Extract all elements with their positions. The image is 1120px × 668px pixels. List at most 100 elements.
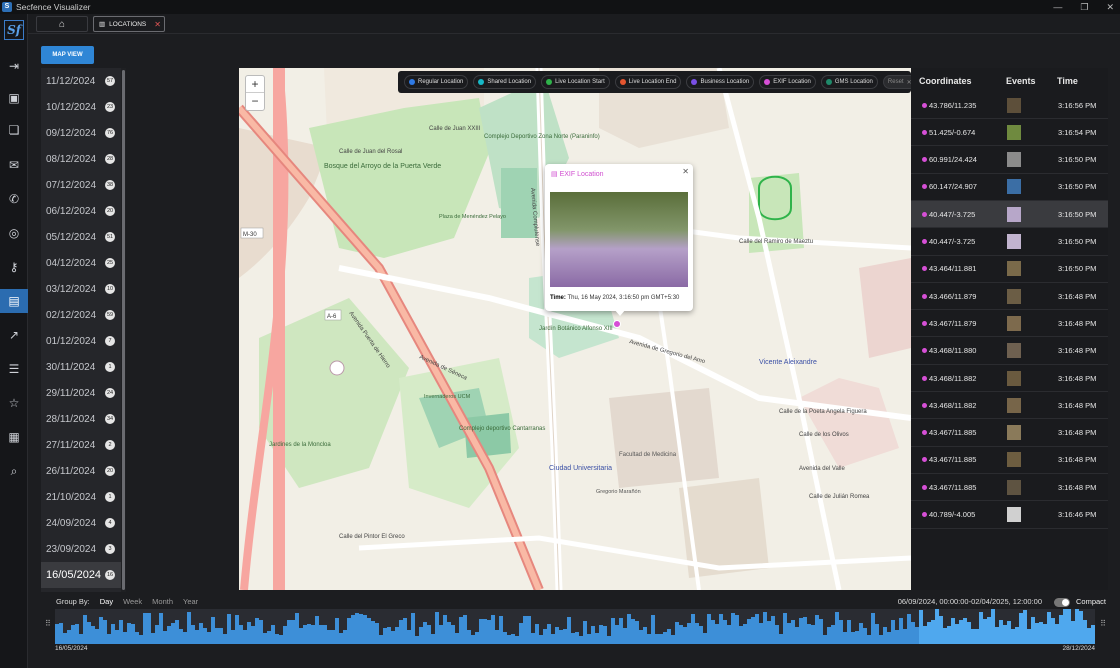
- legend-filter[interactable]: Regular Location: [404, 75, 469, 89]
- table-row[interactable]: 43.786/11.235 3:16:56 PM: [911, 92, 1108, 119]
- folders-icon[interactable]: ❏: [0, 118, 28, 142]
- event-thumbnail[interactable]: [1007, 425, 1021, 441]
- table-row[interactable]: 40.789/-4.005 3:16:46 PM: [911, 502, 1108, 529]
- table-row[interactable]: 43.468/11.882 3:16:48 PM: [911, 365, 1108, 392]
- date-item[interactable]: 05/12/2024 51: [41, 224, 121, 250]
- table-row[interactable]: 43.467/11.885 3:16:48 PM: [911, 474, 1108, 502]
- date-item[interactable]: 24/09/2024 4: [41, 510, 121, 536]
- event-thumbnail[interactable]: [1007, 479, 1021, 495]
- date-item[interactable]: 21/10/2024 1: [41, 484, 121, 510]
- group-year[interactable]: Year: [183, 597, 198, 606]
- date-item[interactable]: 23/09/2024 3: [41, 536, 121, 562]
- timeline-left-handle[interactable]: ⠿: [45, 619, 51, 628]
- minimize-icon[interactable]: —: [1053, 2, 1062, 12]
- trend-icon[interactable]: ↗: [0, 323, 28, 347]
- group-week[interactable]: Week: [123, 597, 142, 606]
- zoom-out-button[interactable]: −: [246, 93, 264, 110]
- date-item[interactable]: 26/11/2024 20: [41, 458, 121, 484]
- globe-icon[interactable]: ◎: [0, 221, 28, 245]
- chat-icon[interactable]: ✉: [0, 153, 28, 177]
- zoom-in-button[interactable]: +: [246, 76, 264, 93]
- popup-close-icon[interactable]: ✕: [682, 167, 689, 176]
- table-row[interactable]: 43.468/11.882 3:16:48 PM: [911, 392, 1108, 420]
- login-icon[interactable]: ⇥: [0, 54, 28, 78]
- date-item[interactable]: 29/11/2024 24: [41, 380, 121, 406]
- table-row[interactable]: 43.467/11.879 3:16:48 PM: [911, 310, 1108, 338]
- date-item[interactable]: 06/12/2024 20: [41, 198, 121, 224]
- timeline-right-handle[interactable]: ⠿: [1100, 619, 1106, 628]
- table-row[interactable]: 40.447/-3.725 3:16:50 PM: [911, 201, 1108, 229]
- maximize-icon[interactable]: ❐: [1080, 2, 1088, 13]
- event-thumbnail[interactable]: [1007, 179, 1021, 195]
- event-thumbnail[interactable]: [1007, 234, 1021, 249]
- map-canvas[interactable]: Bosque del Arroyo de la Puerta Verde Com…: [239, 68, 911, 590]
- legend-filter[interactable]: GMS Location: [820, 75, 878, 89]
- event-thumbnail[interactable]: [1007, 315, 1021, 331]
- event-thumbnail[interactable]: [1007, 124, 1021, 140]
- map-icon[interactable]: ▤: [0, 289, 28, 313]
- date-item[interactable]: 10/12/2024 23: [41, 94, 121, 120]
- home-tab[interactable]: ⌂: [36, 16, 88, 32]
- document-icon[interactable]: ☰: [0, 357, 28, 381]
- event-thumbnail[interactable]: [1007, 152, 1021, 168]
- tab-close-icon[interactable]: ✕: [154, 20, 161, 29]
- event-thumbnail[interactable]: [1007, 288, 1021, 304]
- star-icon[interactable]: ☆: [0, 391, 28, 415]
- legend-filter[interactable]: Business Location: [686, 75, 755, 89]
- legend-filter[interactable]: EXIF Location: [759, 75, 816, 89]
- exif-photo[interactable]: [550, 192, 688, 287]
- date-item[interactable]: 16/05/2024 16: [41, 562, 121, 588]
- date-item[interactable]: 07/12/2024 38: [41, 172, 121, 198]
- table-row[interactable]: 40.447/-3.725 3:16:50 PM: [911, 229, 1108, 256]
- scrollbar-thumb[interactable]: [122, 70, 125, 590]
- contact-card-icon[interactable]: ▣: [0, 86, 28, 110]
- event-thumbnail[interactable]: [1007, 97, 1021, 113]
- event-thumbnail[interactable]: [1007, 452, 1021, 468]
- date-item[interactable]: 02/12/2024 59: [41, 302, 121, 328]
- map-label-bosque: Bosque del Arroyo de la Puerta Verde: [324, 163, 441, 170]
- legend-filter[interactable]: Shared Location: [473, 75, 537, 89]
- table-row[interactable]: 43.466/11.879 3:16:48 PM: [911, 283, 1108, 311]
- table-row[interactable]: 60.147/24.907 3:16:50 PM: [911, 174, 1108, 201]
- close-icon[interactable]: ✕: [1106, 2, 1114, 13]
- event-thumbnail[interactable]: [1007, 206, 1021, 222]
- group-day[interactable]: Day: [100, 597, 113, 606]
- table-row[interactable]: 60.991/24.424 3:16:50 PM: [911, 147, 1108, 174]
- exif-location-marker[interactable]: [613, 320, 621, 328]
- date-count-badge: 1: [105, 362, 115, 372]
- reset-filter-button[interactable]: Reset ✕: [882, 75, 911, 89]
- date-list-scrollbar[interactable]: [121, 68, 126, 620]
- event-thumbnail[interactable]: [1007, 397, 1021, 413]
- event-thumbnail[interactable]: [1007, 370, 1021, 386]
- table-row[interactable]: 43.468/11.880 3:16:48 PM: [911, 338, 1108, 365]
- table-row[interactable]: 43.464/11.881 3:16:50 PM: [911, 256, 1108, 283]
- image-icon[interactable]: ▦: [0, 425, 28, 449]
- timeline-histogram[interactable]: [55, 609, 1095, 644]
- compact-toggle[interactable]: [1054, 598, 1070, 607]
- legend-filter[interactable]: Live Location Start: [541, 75, 610, 89]
- map-view-button[interactable]: MAP VIEW: [41, 46, 94, 64]
- group-month[interactable]: Month: [152, 597, 173, 606]
- table-row[interactable]: 43.467/11.885 3:16:48 PM: [911, 447, 1108, 474]
- event-thumbnail[interactable]: [1007, 507, 1021, 522]
- date-item[interactable]: 30/11/2024 1: [41, 354, 121, 380]
- search-icon[interactable]: ⌕: [0, 459, 28, 483]
- tab-locations[interactable]: ▥ LOCATIONS ✕: [93, 16, 165, 32]
- date-item[interactable]: 11/12/2024 57: [41, 68, 121, 94]
- phone-icon[interactable]: ✆: [0, 187, 28, 211]
- date-item[interactable]: 01/12/2024 7: [41, 328, 121, 354]
- legend-dot: [409, 79, 415, 85]
- date-item[interactable]: 03/12/2024 10: [41, 276, 121, 302]
- table-row[interactable]: 51.425/-0.674 3:16:54 PM: [911, 119, 1108, 147]
- date-item[interactable]: 28/11/2024 34: [41, 406, 121, 432]
- date-item[interactable]: 04/12/2024 25: [41, 250, 121, 276]
- legend-filter[interactable]: Live Location End: [614, 75, 682, 89]
- map-area[interactable]: Bosque del Arroyo de la Puerta Verde Com…: [239, 68, 911, 590]
- date-item[interactable]: 27/11/2024 2: [41, 432, 121, 458]
- date-item[interactable]: 09/12/2024 76: [41, 120, 121, 146]
- event-thumbnail[interactable]: [1007, 343, 1021, 359]
- table-row[interactable]: 43.467/11.885 3:16:48 PM: [911, 420, 1108, 447]
- date-item[interactable]: 08/12/2024 28: [41, 146, 121, 172]
- event-thumbnail[interactable]: [1007, 261, 1021, 277]
- key-icon[interactable]: ⚷: [0, 255, 28, 279]
